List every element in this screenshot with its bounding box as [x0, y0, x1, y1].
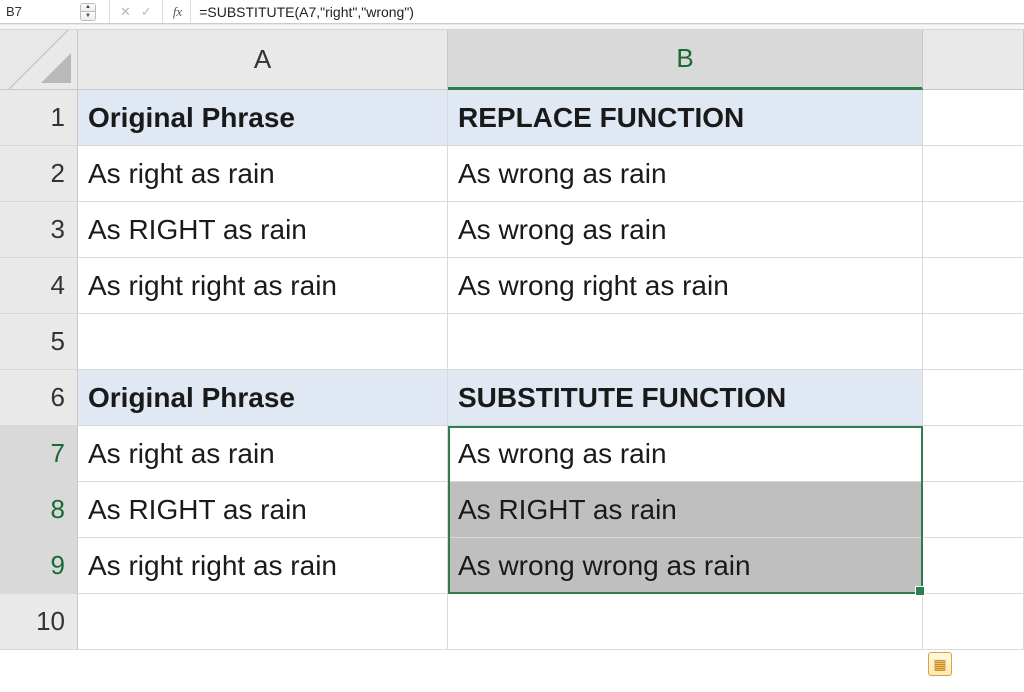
row-header-4[interactable]: 4 [0, 258, 78, 314]
cell-a10[interactable] [78, 594, 448, 650]
col-header-b[interactable]: B [448, 30, 923, 90]
row-header-6[interactable]: 6 [0, 370, 78, 426]
row-header-2[interactable]: 2 [0, 146, 78, 202]
cell-a7[interactable]: As right as rain [78, 426, 448, 482]
row-header-7[interactable]: 7 [0, 426, 78, 482]
autofill-options-icon[interactable]: ▦ [928, 652, 952, 676]
stepper-down-icon[interactable]: ▼ [81, 12, 95, 20]
cell-a5[interactable] [78, 314, 448, 370]
cell-a1[interactable]: Original Phrase [78, 90, 448, 146]
row-header-8[interactable]: 8 [0, 482, 78, 538]
cell-c6[interactable] [923, 370, 1024, 426]
cell-a8[interactable]: As RIGHT as rain [78, 482, 448, 538]
row-header-10[interactable]: 10 [0, 594, 78, 650]
cell-a3[interactable]: As RIGHT as rain [78, 202, 448, 258]
cell-a2[interactable]: As right as rain [78, 146, 448, 202]
select-all-corner[interactable] [0, 30, 78, 90]
cell-c8[interactable] [923, 482, 1024, 538]
formula-bar-actions: ✕ ✓ [110, 0, 163, 23]
row-header-5[interactable]: 5 [0, 314, 78, 370]
cell-b1[interactable]: REPLACE FUNCTION [448, 90, 923, 146]
cell-b2[interactable]: As wrong as rain [448, 146, 923, 202]
formula-input[interactable] [191, 0, 1024, 23]
cell-b4[interactable]: As wrong right as rain [448, 258, 923, 314]
spreadsheet-grid[interactable]: A B 1 Original Phrase REPLACE FUNCTION 2… [0, 30, 1024, 650]
cell-b7[interactable]: As wrong as rain [448, 426, 923, 482]
col-header-a[interactable]: A [78, 30, 448, 90]
cell-a6[interactable]: Original Phrase [78, 370, 448, 426]
cell-c7[interactable] [923, 426, 1024, 482]
name-box-stepper[interactable]: ▲ ▼ [80, 3, 96, 21]
cell-c2[interactable] [923, 146, 1024, 202]
row-header-1[interactable]: 1 [0, 90, 78, 146]
sheet-wrap: A B 1 Original Phrase REPLACE FUNCTION 2… [0, 30, 1024, 650]
cell-c5[interactable] [923, 314, 1024, 370]
col-header-c[interactable] [923, 30, 1024, 90]
cell-c3[interactable] [923, 202, 1024, 258]
cell-b3[interactable]: As wrong as rain [448, 202, 923, 258]
cell-b8[interactable]: As RIGHT as rain [448, 482, 923, 538]
fx-label[interactable]: fx [163, 0, 191, 23]
row-header-3[interactable]: 3 [0, 202, 78, 258]
stepper-up-icon[interactable]: ▲ [81, 4, 95, 12]
row-header-9[interactable]: 9 [0, 538, 78, 594]
cell-a4[interactable]: As right right as rain [78, 258, 448, 314]
cell-b5[interactable] [448, 314, 923, 370]
name-box-wrap: ▲ ▼ [0, 0, 110, 23]
cell-c4[interactable] [923, 258, 1024, 314]
cell-b10[interactable] [448, 594, 923, 650]
cell-c10[interactable] [923, 594, 1024, 650]
name-box[interactable] [6, 4, 76, 19]
cancel-icon[interactable]: ✕ [120, 5, 131, 18]
cell-c1[interactable] [923, 90, 1024, 146]
cell-c9[interactable] [923, 538, 1024, 594]
formula-bar: ▲ ▼ ✕ ✓ fx [0, 0, 1024, 24]
cell-b6[interactable]: SUBSTITUTE FUNCTION [448, 370, 923, 426]
cell-b9[interactable]: As wrong wrong as rain [448, 538, 923, 594]
confirm-icon[interactable]: ✓ [141, 5, 152, 18]
cell-a9[interactable]: As right right as rain [78, 538, 448, 594]
